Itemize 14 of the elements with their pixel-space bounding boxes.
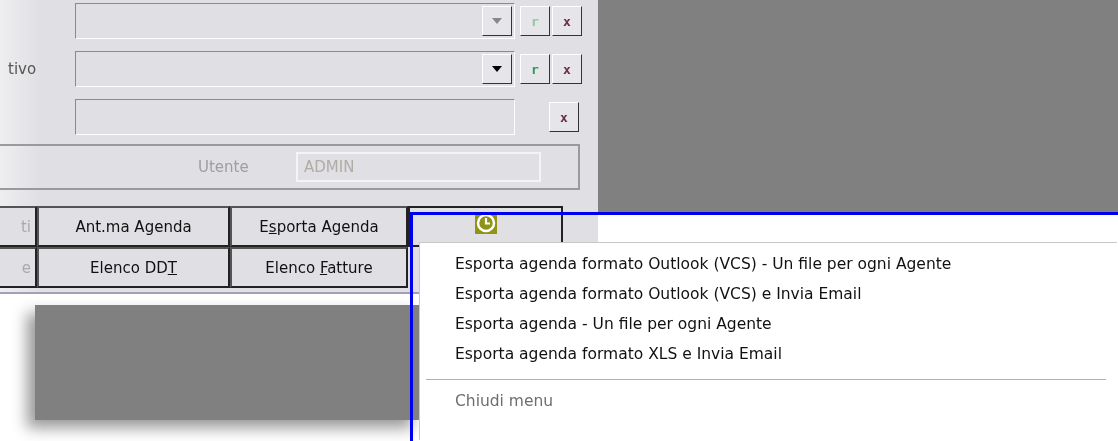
menu-item[interactable]: Esporta agenda - Un file per ogni Agente [420, 309, 772, 339]
dropdown-button[interactable] [482, 54, 512, 84]
menu-item[interactable]: Esporta agenda formato XLS e Invia Email [420, 339, 782, 369]
user-label: Utente [198, 158, 250, 176]
toolbar-button[interactable]: Elenco DDT [37, 247, 230, 288]
menu-item[interactable]: Esporta agenda formato Outlook (VCS) e Invia Email [420, 279, 862, 309]
field-label: tivo [7, 60, 38, 78]
menu-item[interactable]: Esporta agenda formato Outlook (VCS) - Un file per ogni Agente [420, 249, 952, 279]
clear-button[interactable]: x [549, 102, 579, 132]
toolbar-button[interactable]: Esporta Agenda [230, 206, 408, 247]
toolbar-button[interactable]: Ant.ma Agenda [37, 206, 230, 247]
toolbar-button[interactable]: Elenco Fatture [230, 247, 408, 288]
input-field[interactable] [75, 99, 515, 135]
clear-button[interactable]: x [552, 54, 582, 84]
